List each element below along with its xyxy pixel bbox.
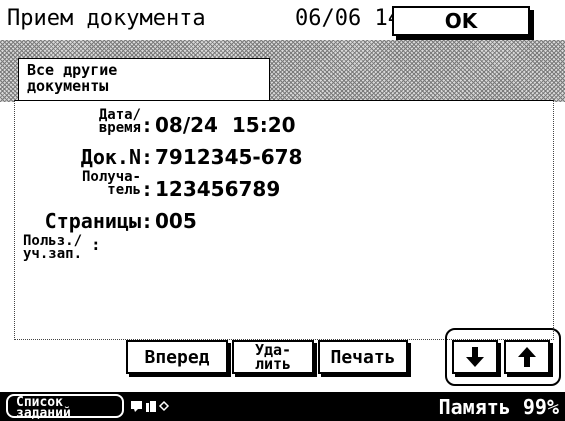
colon: :: [141, 113, 154, 137]
tab-label-line2: документы: [27, 77, 109, 95]
delete-label-line2: лить: [254, 355, 292, 373]
status-bar: Список заданий Память 99%: [0, 392, 565, 421]
pages-label: Страницы: [44, 209, 141, 233]
tab-label-line1: Все другие: [27, 61, 118, 79]
pages-value: 005: [155, 209, 197, 233]
document-details-panel: Дата/ время : 08/24 15:20 Док.N : 791234…: [14, 100, 554, 340]
ok-button[interactable]: OK: [392, 6, 530, 36]
recipient-label: Получа- тель: [25, 170, 141, 198]
forward-button[interactable]: Вперед: [126, 340, 228, 374]
datetime-value: 08/24 15:20: [155, 113, 296, 137]
machine-icon: [146, 403, 149, 412]
user-label-line2: уч.зап.: [23, 246, 83, 262]
colon: :: [141, 145, 154, 169]
scroll-up-button[interactable]: [504, 340, 550, 374]
colon: :: [141, 177, 154, 201]
ok-button-label: OK: [444, 9, 478, 33]
forward-button-label: Вперед: [144, 346, 210, 368]
diamond-icon: [158, 400, 170, 412]
memory-status: Память 99%: [438, 395, 559, 419]
doc-number-value: 7912345-678: [155, 145, 303, 169]
user-account-label: Польз./ уч.зап.: [23, 234, 115, 262]
status-icons: [131, 400, 170, 412]
doc-number-label: Док.N: [80, 145, 141, 169]
arrow-up-icon: [518, 347, 536, 367]
recipient-value: 123456789: [155, 177, 281, 201]
arrow-down-icon: [466, 347, 484, 367]
print-button-label: Печать: [330, 346, 396, 368]
datetime-label-line2: время: [98, 120, 141, 136]
message-icon: [131, 401, 142, 409]
tab-all-other-documents[interactable]: Все другие документы: [18, 58, 270, 100]
recipient-label-line2: тель: [107, 182, 141, 198]
colon: :: [141, 209, 154, 233]
job-list-button[interactable]: Список заданий: [6, 394, 124, 421]
job-list-label-line2: заданий: [16, 406, 71, 421]
datetime-label: Дата/ время: [45, 108, 141, 136]
scroll-down-button[interactable]: [452, 340, 498, 374]
colon: :: [91, 235, 101, 254]
delete-button[interactable]: Уда- лить: [232, 340, 314, 374]
screen-title: Прием документа: [7, 6, 206, 31]
print-button[interactable]: Печать: [318, 340, 408, 374]
